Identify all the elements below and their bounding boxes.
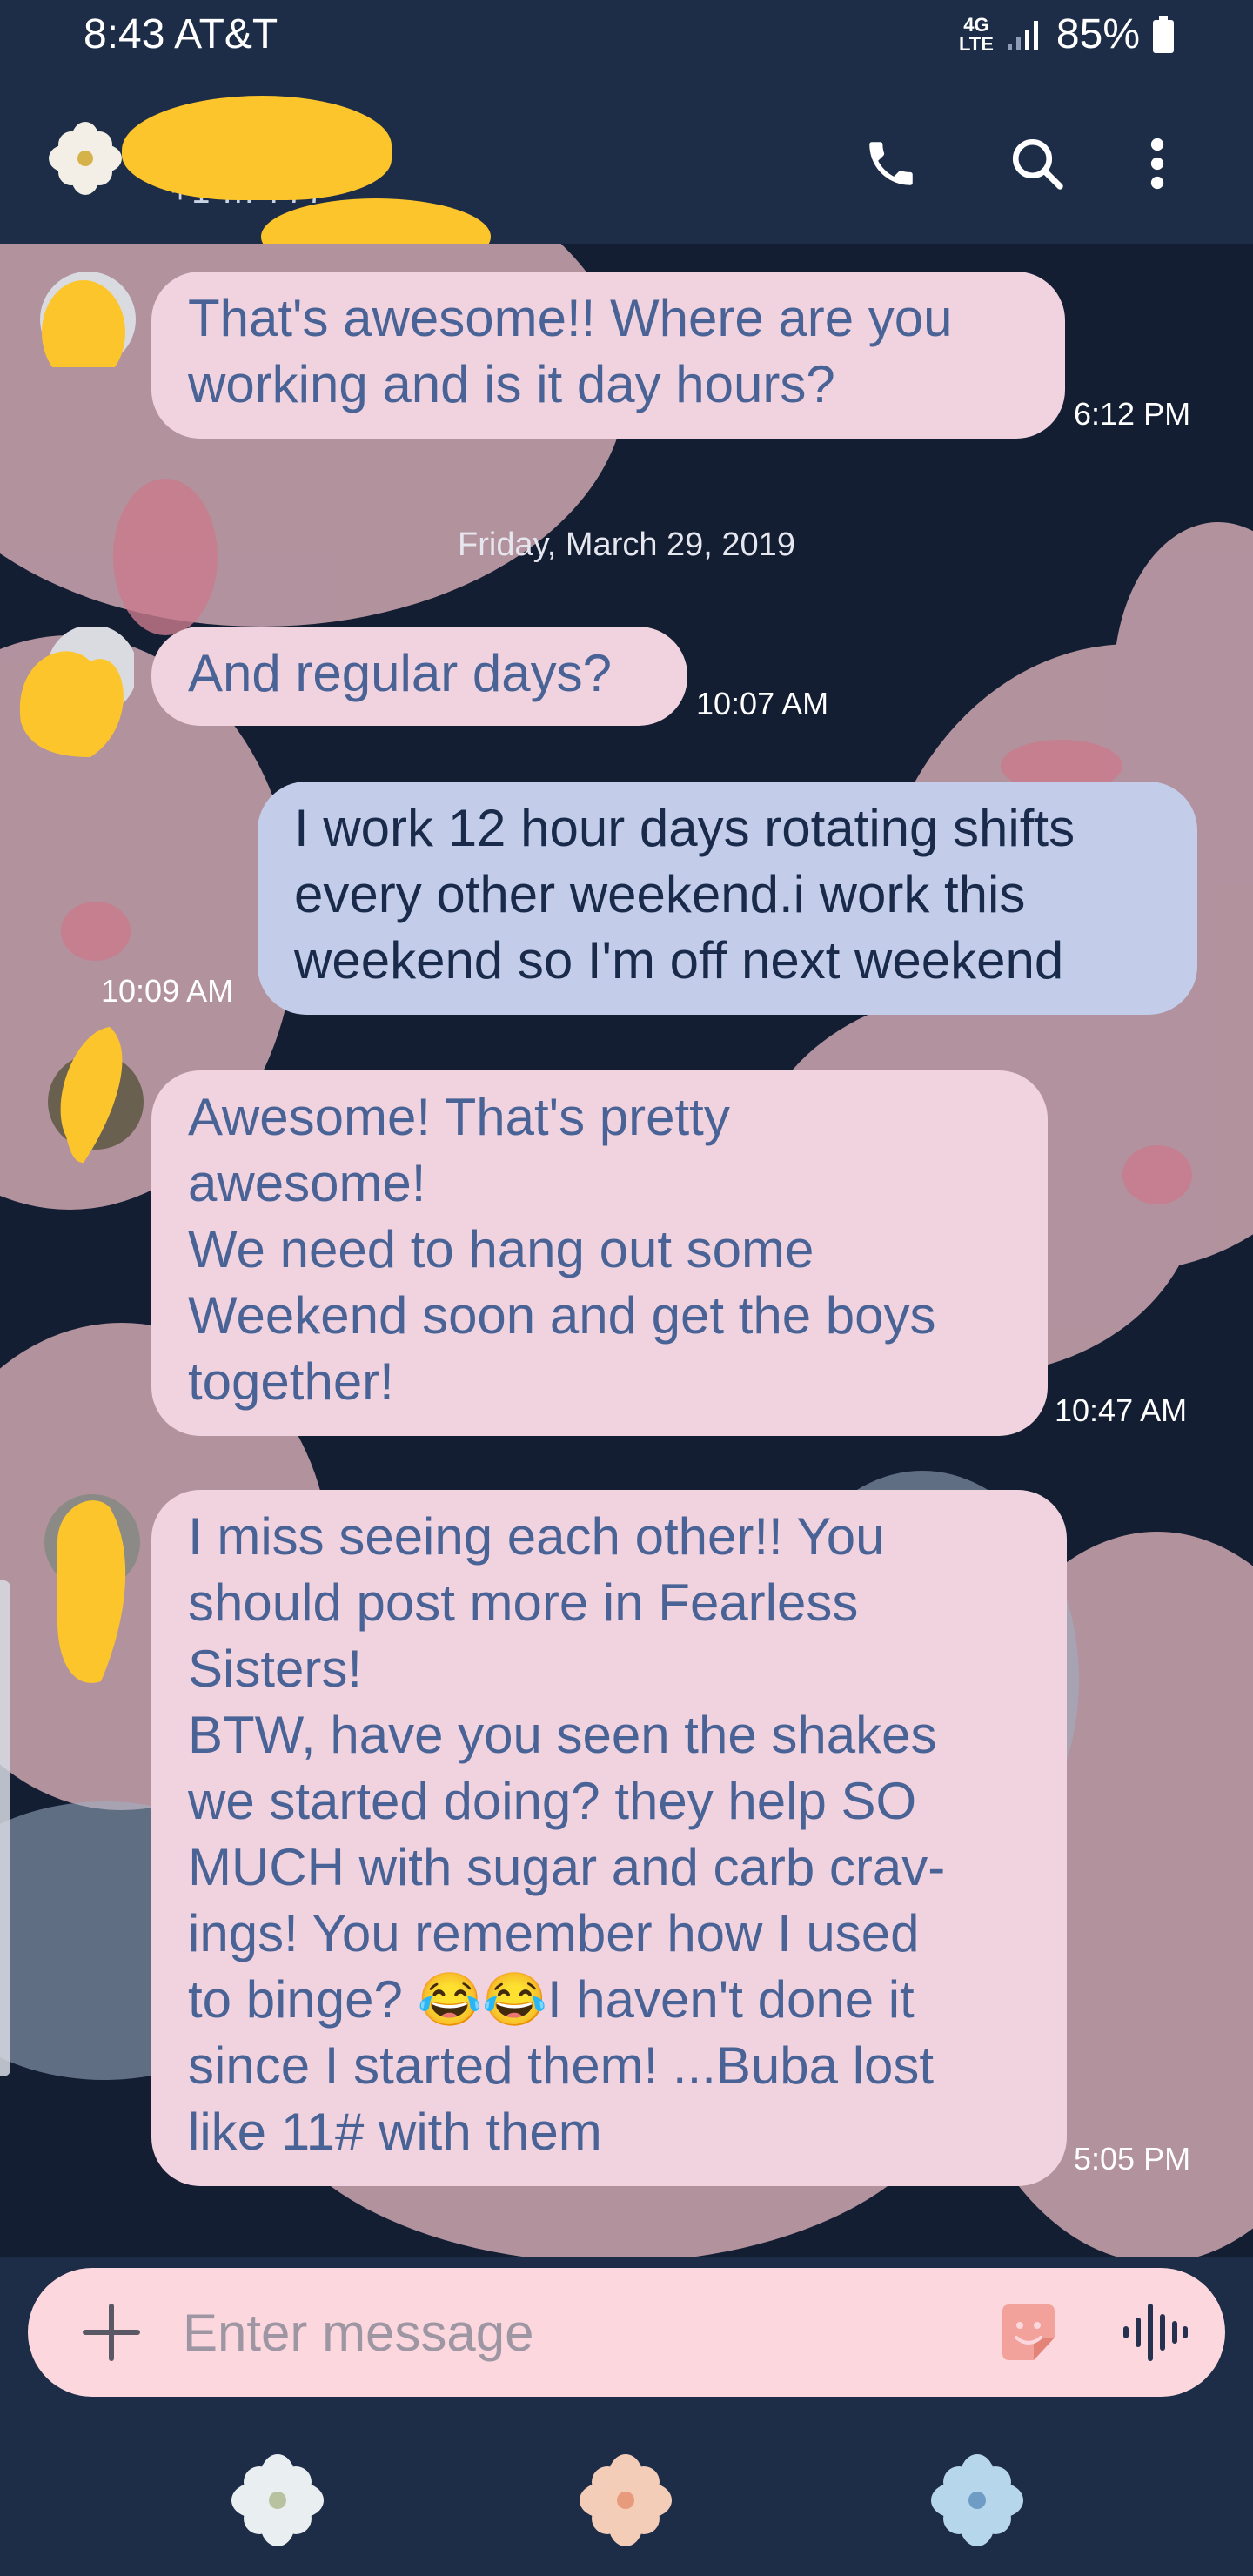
signal-icon [1007,20,1038,50]
call-button[interactable] [854,127,928,200]
message-timestamp: 10:09 AM [101,973,234,1009]
message-timestamp: 6:12 PM [1074,396,1191,432]
composer-pill [28,2268,1225,2397]
message-bubble-incoming[interactable]: That's awesome!! Where are you working a… [151,272,1065,439]
voice-icon[interactable] [1121,2299,1190,2365]
sender-avatar[interactable] [12,627,134,757]
composer-bar [0,2257,1253,2397]
message-timestamp: 10:47 AM [1055,1392,1188,1428]
redaction-mark [122,96,392,200]
status-indicators: 4G LTE 85% [959,10,1175,58]
message-bubble-outgoing[interactable]: I work 12 hour days rotating shifts ever… [258,782,1197,1015]
more-options-button[interactable] [1121,127,1194,200]
message-timestamp: 5:05 PM [1074,2141,1191,2177]
nav-flower-peach-icon[interactable] [578,2452,673,2548]
plus-icon[interactable] [80,2301,143,2364]
sticker-icon[interactable] [995,2299,1062,2365]
nav-flower-white-icon[interactable] [230,2452,325,2548]
phone-icon [869,142,913,185]
message-input[interactable] [183,2296,966,2369]
status-time-carrier: 8:43 AT&T [84,11,278,57]
messaging-screen: 8:43 AT&T 4G LTE 85% That's awesome!! Wh… [0,0,1253,2576]
sender-avatar[interactable] [40,272,136,367]
message-bubble-incoming[interactable]: I miss seeing each other!! You should po… [151,1490,1067,2186]
network-bottom-label: LTE [959,32,994,55]
scroll-handle[interactable] [0,1580,10,2076]
sender-avatar[interactable] [40,1490,144,1699]
message-bubble-incoming[interactable]: Awesome! That's pretty awesome! We need … [151,1070,1048,1436]
search-icon [1012,138,1063,190]
search-button[interactable] [1001,127,1074,200]
message-bubble-incoming[interactable]: And regular days? [151,627,687,726]
message-timestamp: 10:07 AM [696,686,829,721]
more-vert-icon [1150,138,1164,190]
message-list[interactable]: That's awesome!! Where are you working a… [0,244,1253,2257]
conversation-header: +1 ... 777 [0,77,1253,275]
sender-avatar[interactable] [40,1015,153,1189]
date-separator: Friday, March 29, 2019 [458,527,795,563]
battery-percent: 85% [1055,11,1140,57]
bottom-navigation [0,2397,1253,2576]
battery-icon [1153,15,1174,53]
nav-flower-blue-icon[interactable] [929,2452,1025,2548]
status-bar: 8:43 AT&T 4G LTE 85% [0,0,1253,77]
network-indicator: 4G LTE [959,15,994,55]
flower-avatar-icon[interactable] [49,122,122,195]
